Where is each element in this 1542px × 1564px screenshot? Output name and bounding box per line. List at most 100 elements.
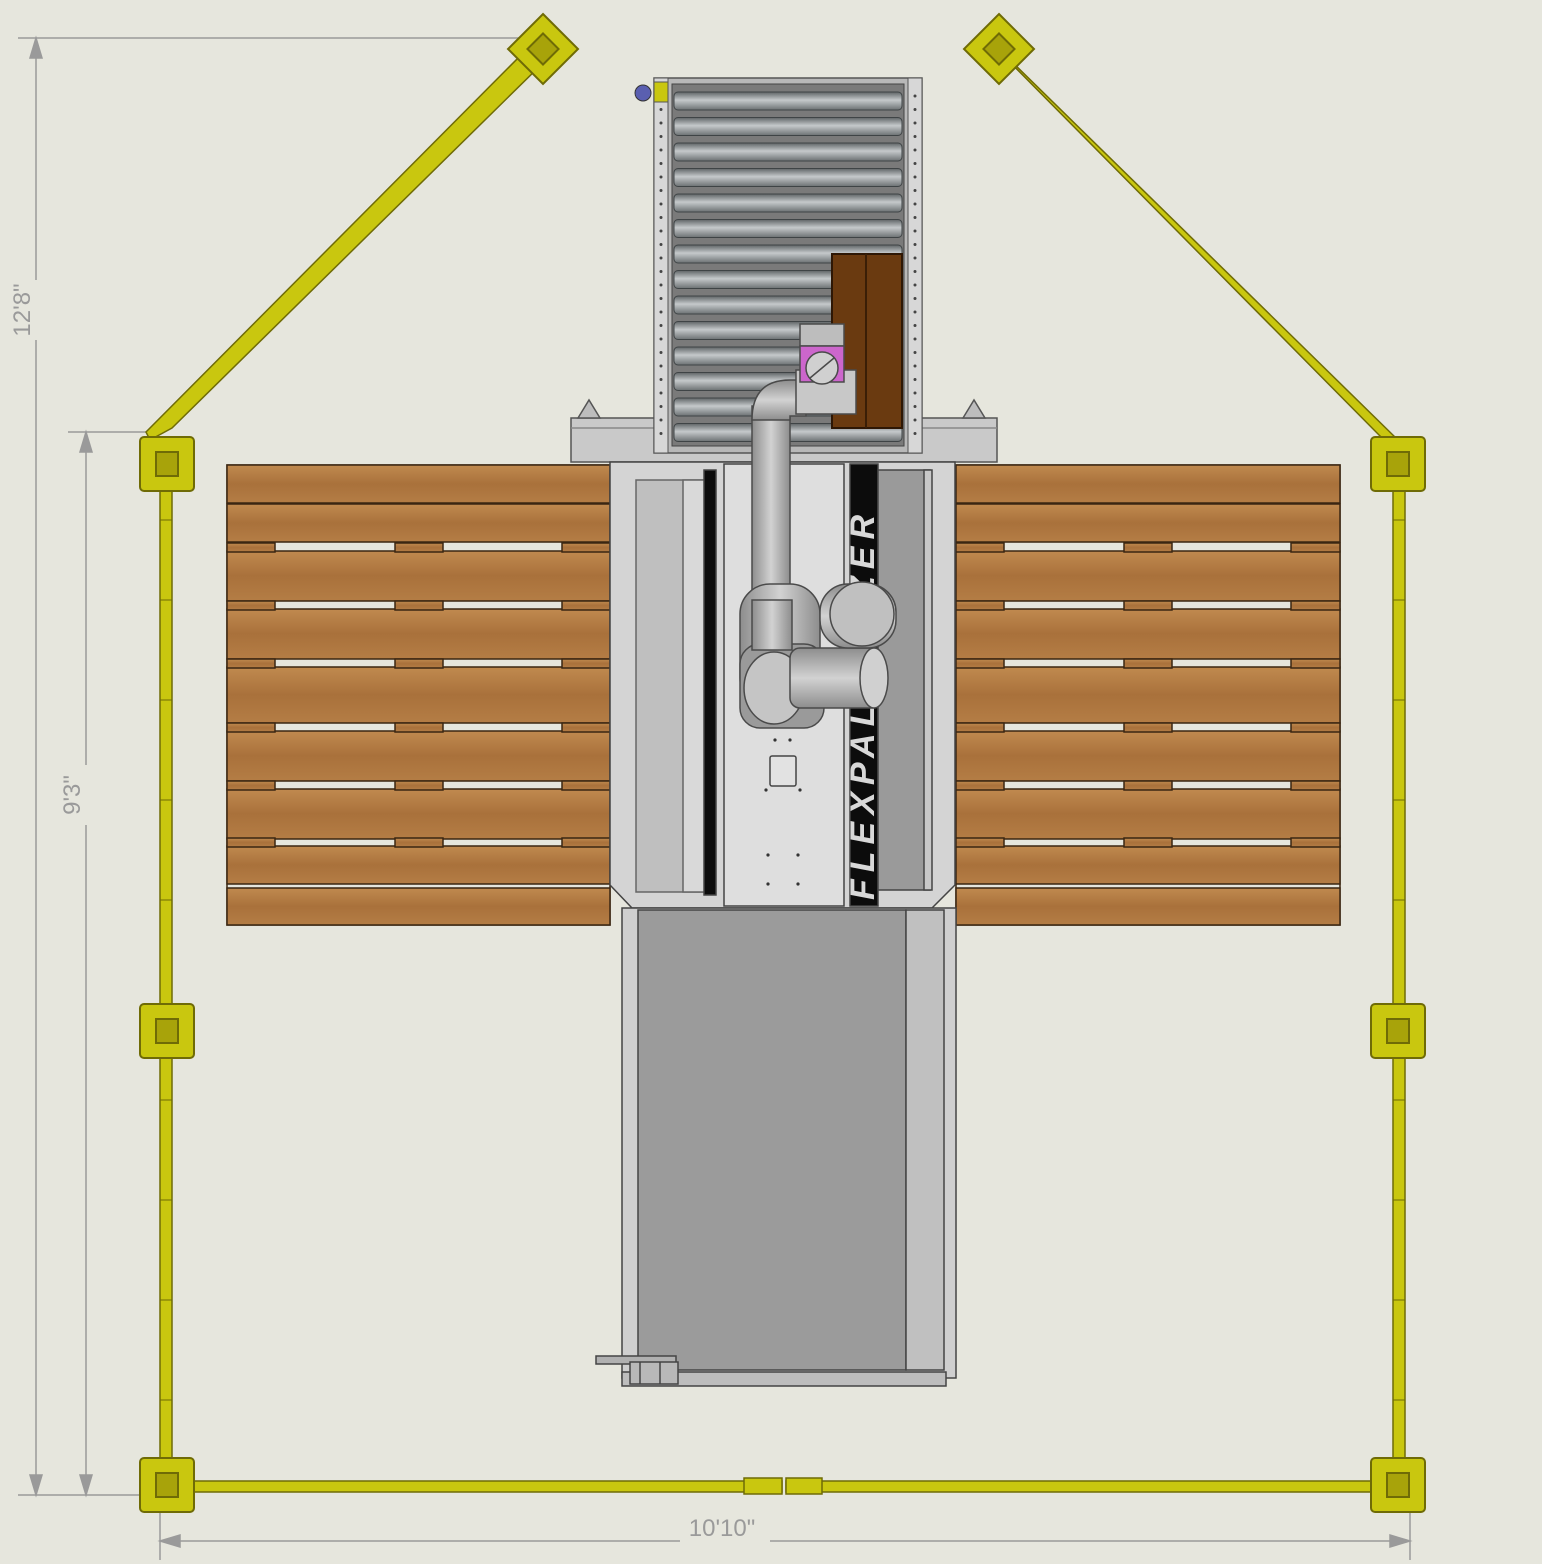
pallet-board [226, 503, 611, 543]
pallet-block [394, 837, 444, 848]
rail-hole [659, 270, 663, 273]
pallet-board [955, 550, 1341, 602]
pallet-block [561, 658, 611, 669]
conveyor-roller [673, 168, 903, 187]
palletizer-cell-plan-view: 12'8" 9'3" 10'10" [9, 12, 1426, 1560]
pallet-board [226, 845, 611, 885]
rail-hole [913, 324, 917, 327]
rail-hole [913, 243, 917, 246]
dimension-fence-depth: 9'3" [59, 775, 86, 815]
rail-hole [659, 310, 663, 314]
conveyor-roller [673, 193, 903, 213]
rail-hole [659, 148, 663, 152]
rail-hole [913, 162, 917, 165]
pallet-board [955, 503, 1341, 543]
pallet-block [955, 542, 1005, 553]
rail-hole [659, 108, 663, 111]
pallet-block [1123, 780, 1173, 791]
rail-hole [659, 364, 663, 368]
pallet-block [394, 658, 444, 669]
pallet-block [561, 722, 611, 733]
pallet-board [226, 788, 611, 840]
rail-hole [659, 135, 663, 138]
rail-hole [659, 256, 663, 260]
rail-hole [913, 351, 917, 354]
pallet-left [226, 464, 611, 926]
rail-hole [913, 108, 917, 111]
rail-hole [659, 378, 663, 381]
pallet-board [226, 550, 611, 602]
pallet-block [955, 722, 1005, 733]
rail-hole [913, 310, 917, 314]
rail-hole [659, 202, 663, 206]
rail-hole [913, 189, 917, 192]
pallet-block [955, 600, 1005, 611]
rail-hole [913, 364, 917, 368]
dimension-overall-width: 10'10" [689, 1515, 756, 1542]
rail-hole [913, 270, 917, 273]
rail-hole [659, 243, 663, 246]
pallet-board [955, 887, 1341, 926]
pallet-block [1290, 722, 1341, 733]
rail-hole [913, 378, 917, 381]
pallet-board [955, 845, 1341, 885]
pallet-block [561, 542, 611, 553]
conveyor-roller [673, 117, 903, 136]
rail-hole [659, 175, 663, 179]
rail-hole [659, 418, 663, 422]
rail-hole [913, 283, 917, 287]
rail-hole [913, 256, 917, 260]
rail-hole [913, 121, 917, 125]
pallet-board [955, 666, 1341, 724]
pallet-block [1123, 542, 1173, 553]
pallet-block [955, 837, 1005, 848]
pallet-board [226, 887, 611, 926]
pallet-block [1123, 837, 1173, 848]
pallet-block [561, 780, 611, 791]
pallet-board [226, 666, 611, 724]
conveyor-sensor [634, 81, 669, 103]
pallet-block [1290, 658, 1341, 669]
pallet-board [955, 464, 1341, 504]
rail-hole [913, 216, 917, 219]
rail-hole [913, 202, 917, 206]
rail-hole [659, 337, 663, 341]
rail-hole [659, 297, 663, 300]
rail-hole [659, 189, 663, 192]
pallet-block [394, 780, 444, 791]
rail-hole [913, 405, 917, 408]
conveyor-roller [673, 142, 903, 162]
rail-hole [913, 432, 917, 435]
pallet-block [226, 600, 276, 611]
pallet-block [1123, 600, 1173, 611]
fence-post-bottom-left [139, 1457, 195, 1513]
pallet-board [226, 464, 611, 504]
pallet-block [955, 780, 1005, 791]
rail-hole [913, 297, 917, 300]
rail-hole [659, 216, 663, 219]
pallet-board [226, 730, 611, 782]
pallet-block [955, 658, 1005, 669]
rail-hole [913, 94, 917, 98]
pallet-block [226, 837, 276, 848]
conveyor-roller [673, 219, 903, 238]
rail-hole [913, 418, 917, 422]
rail-hole [659, 324, 663, 327]
rail-hole [659, 229, 663, 233]
pallet-block [394, 722, 444, 733]
pallet-block [394, 600, 444, 611]
pallet-board [955, 608, 1341, 660]
pallet-block [1290, 600, 1341, 611]
robot-cart [595, 907, 957, 1387]
fence-post-right-middle [1370, 1003, 1426, 1059]
pallet-block [561, 600, 611, 611]
pallet-block [394, 542, 444, 553]
rail-hole [659, 405, 663, 408]
rail-hole [913, 229, 917, 233]
pallet-block [561, 837, 611, 848]
pallet-board [226, 608, 611, 660]
rail-hole [659, 432, 663, 435]
conveyor-roller [673, 91, 903, 111]
pallet-block [1123, 722, 1173, 733]
rail-hole [659, 162, 663, 165]
